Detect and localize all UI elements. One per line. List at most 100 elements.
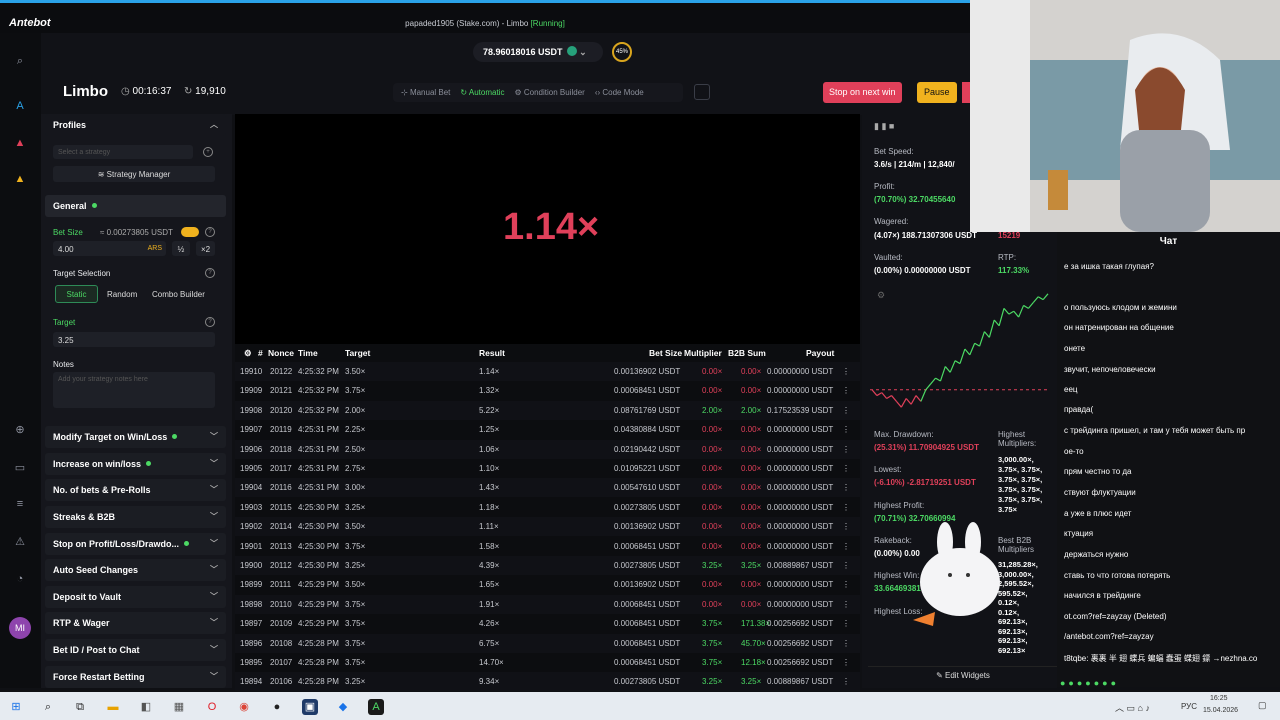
table-cell: 0.00273805 USDT	[614, 502, 681, 512]
language-indicator[interactable]: РУС	[1181, 702, 1197, 711]
antebot-nav-icon[interactable]: A	[12, 100, 28, 116]
half-bet-button[interactable]: ½	[172, 241, 190, 256]
target-mode-static[interactable]: Static	[55, 285, 98, 303]
antebot-taskbar-icon[interactable]: A	[368, 699, 384, 715]
edit-widgets-button[interactable]: ✎ Edit Widgets	[868, 666, 1058, 684]
taskbar-date[interactable]: 15.04.2026	[1203, 707, 1238, 714]
row-menu-icon[interactable]: ⋮	[842, 658, 850, 667]
row-menu-icon[interactable]: ⋮	[842, 561, 850, 570]
general-section[interactable]: General	[45, 195, 226, 217]
bell-icon[interactable]: ◔	[12, 573, 28, 589]
force-restart-section[interactable]: Force Restart Betting ﹀	[45, 666, 226, 688]
auto-seed-section[interactable]: Auto Seed Changes ﹀	[45, 559, 226, 581]
modify-target-section[interactable]: Modify Target on Win/Loss ﹀	[45, 426, 226, 448]
settings-gear-icon[interactable]: ⚙	[244, 348, 252, 359]
row-menu-icon[interactable]: ⋮	[842, 580, 850, 589]
app-icon[interactable]: ▣	[302, 699, 318, 715]
row-menu-icon[interactable]: ⋮	[842, 639, 850, 648]
table-cell: 0.17523539 USDT	[767, 405, 834, 415]
bet-size-input[interactable]: 4.00 ARS	[53, 241, 166, 256]
row-menu-icon[interactable]: ⋮	[842, 542, 850, 551]
stop-on-profit-section[interactable]: Stop on Profit/Loss/Drawdo... ﹀	[45, 533, 226, 555]
chrome-icon[interactable]: ◉	[236, 699, 252, 715]
streaks-b2b-section[interactable]: Streaks & B2B ﹀	[45, 506, 226, 528]
stop-on-next-win-button[interactable]: Stop on next win	[823, 82, 902, 103]
file-explorer-icon[interactable]: ▬	[105, 699, 121, 715]
row-menu-icon[interactable]: ⋮	[842, 503, 850, 512]
task-view-icon[interactable]: ⧉	[72, 699, 88, 715]
help-icon[interactable]: ?	[205, 268, 215, 278]
table-cell: 3.75×	[345, 619, 366, 629]
layout-toggle-button[interactable]	[694, 84, 710, 100]
row-menu-icon[interactable]: ⋮	[842, 406, 850, 415]
bet-currency: ARS	[147, 245, 162, 252]
table-cell: 4:25:31 PM	[298, 444, 339, 454]
table-row: 19897 20109 4:25:29 PM 3.75× 4.26× 0.00068451…	[235, 614, 860, 633]
table-cell: 3.50×	[345, 580, 366, 590]
row-menu-icon[interactable]: ⋮	[842, 677, 850, 686]
increase-on-win-loss-section[interactable]: Increase on win/loss ﹀	[45, 453, 226, 475]
notification-icon[interactable]: ▢	[1258, 700, 1267, 711]
table-cell: 4:25:28 PM	[298, 658, 339, 667]
tab-manual-bet[interactable]: ⊹ Manual Bet	[401, 88, 450, 97]
bet-id-section[interactable]: Bet ID / Post to Chat ﹀	[45, 639, 226, 661]
obs-icon[interactable]: ●	[269, 699, 285, 715]
table-cell: 3.25×	[741, 561, 762, 570]
tray-icons[interactable]: ︿ ▭ ⌂ ♪	[1115, 701, 1150, 714]
tab-code-mode[interactable]: ‹› Code Mode	[595, 88, 644, 97]
currency-toggle[interactable]	[181, 227, 199, 237]
table-cell: 0.00000000 USDT	[767, 444, 834, 454]
row-menu-icon[interactable]: ⋮	[842, 386, 850, 395]
pause-button[interactable]: Pause	[917, 82, 957, 103]
search-icon[interactable]: ⌕	[12, 55, 28, 71]
help-icon[interactable]: ?	[205, 227, 215, 237]
notes-textarea[interactable]: Add your strategy notes here	[53, 372, 215, 408]
row-menu-icon[interactable]: ⋮	[842, 522, 850, 531]
tab-condition-builder[interactable]: ⚙ Condition Builder	[514, 88, 584, 97]
profiles-section[interactable]: Profiles ︿	[45, 114, 226, 136]
app-icon[interactable]: ◧	[138, 699, 154, 715]
strategy-manager-button[interactable]: ≋ Strategy Manager	[53, 166, 215, 182]
deposit-vault-section[interactable]: Deposit to Vault ﹀	[45, 586, 226, 608]
rtp-wager-section[interactable]: RTP & Wager ﹀	[45, 612, 226, 634]
row-menu-icon[interactable]: ⋮	[842, 367, 850, 376]
alert-icon[interactable]: ⚠	[12, 535, 28, 551]
widget-toggle-icons[interactable]: ▮ ▮ ■	[874, 121, 894, 132]
bets-pre-rolls-section[interactable]: No. of bets & Pre-Rolls ﹀	[45, 479, 226, 501]
strategy-select[interactable]: Select a strategy	[53, 145, 193, 159]
chart-segment	[920, 389, 927, 402]
double-bet-button[interactable]: ×2	[196, 241, 215, 256]
windows-start-icon[interactable]: ⊞	[8, 699, 24, 715]
table-row: 19910 20122 4:25:32 PM 3.50× 1.14× 0.00136902…	[235, 362, 860, 381]
row-menu-icon[interactable]: ⋮	[842, 445, 850, 454]
list-icon[interactable]: ≡	[12, 498, 28, 514]
tab-code-mode-label: Code Mode	[602, 88, 644, 97]
row-menu-icon[interactable]: ⋮	[842, 619, 850, 628]
game-nav-icon-red[interactable]: ▲	[12, 137, 28, 153]
app-icon[interactable]: ◆	[335, 699, 351, 715]
globe-icon[interactable]: ⊕	[12, 423, 28, 439]
row-menu-icon[interactable]: ⋮	[842, 483, 850, 492]
table-cell: 19899	[240, 580, 263, 590]
target-mode-combo-builder[interactable]: Combo Builder	[152, 290, 205, 299]
table-cell: 0.00×	[741, 386, 762, 396]
chat-icon[interactable]: ▭	[12, 461, 28, 477]
taskbar-clock[interactable]: 16:25	[1210, 695, 1228, 702]
max-drawdown-label: Max. Drawdown:	[874, 430, 934, 439]
row-menu-icon[interactable]: ⋮	[842, 464, 850, 473]
help-icon[interactable]: ?	[205, 317, 215, 327]
opera-icon[interactable]: O	[204, 699, 220, 715]
target-input[interactable]: 3.25	[53, 332, 215, 347]
target-mode-random[interactable]: Random	[107, 290, 137, 299]
emote-row: ●●●●●●●	[1060, 678, 1120, 688]
balance-selector[interactable]: 78.96018016 USDT ⌄	[473, 42, 603, 62]
search-icon[interactable]: ⌕	[40, 699, 56, 715]
row-menu-icon[interactable]: ⋮	[842, 425, 850, 434]
add-strategy-icon[interactable]: +	[203, 147, 213, 157]
stop-button-partial[interactable]	[962, 82, 970, 103]
tab-automatic[interactable]: ↻ Automatic	[460, 88, 504, 97]
row-menu-icon[interactable]: ⋮	[842, 600, 850, 609]
calculator-icon[interactable]: ▦	[171, 699, 187, 715]
game-nav-icon-yellow[interactable]: ▲	[12, 173, 28, 189]
user-avatar[interactable]: MI	[9, 617, 31, 639]
